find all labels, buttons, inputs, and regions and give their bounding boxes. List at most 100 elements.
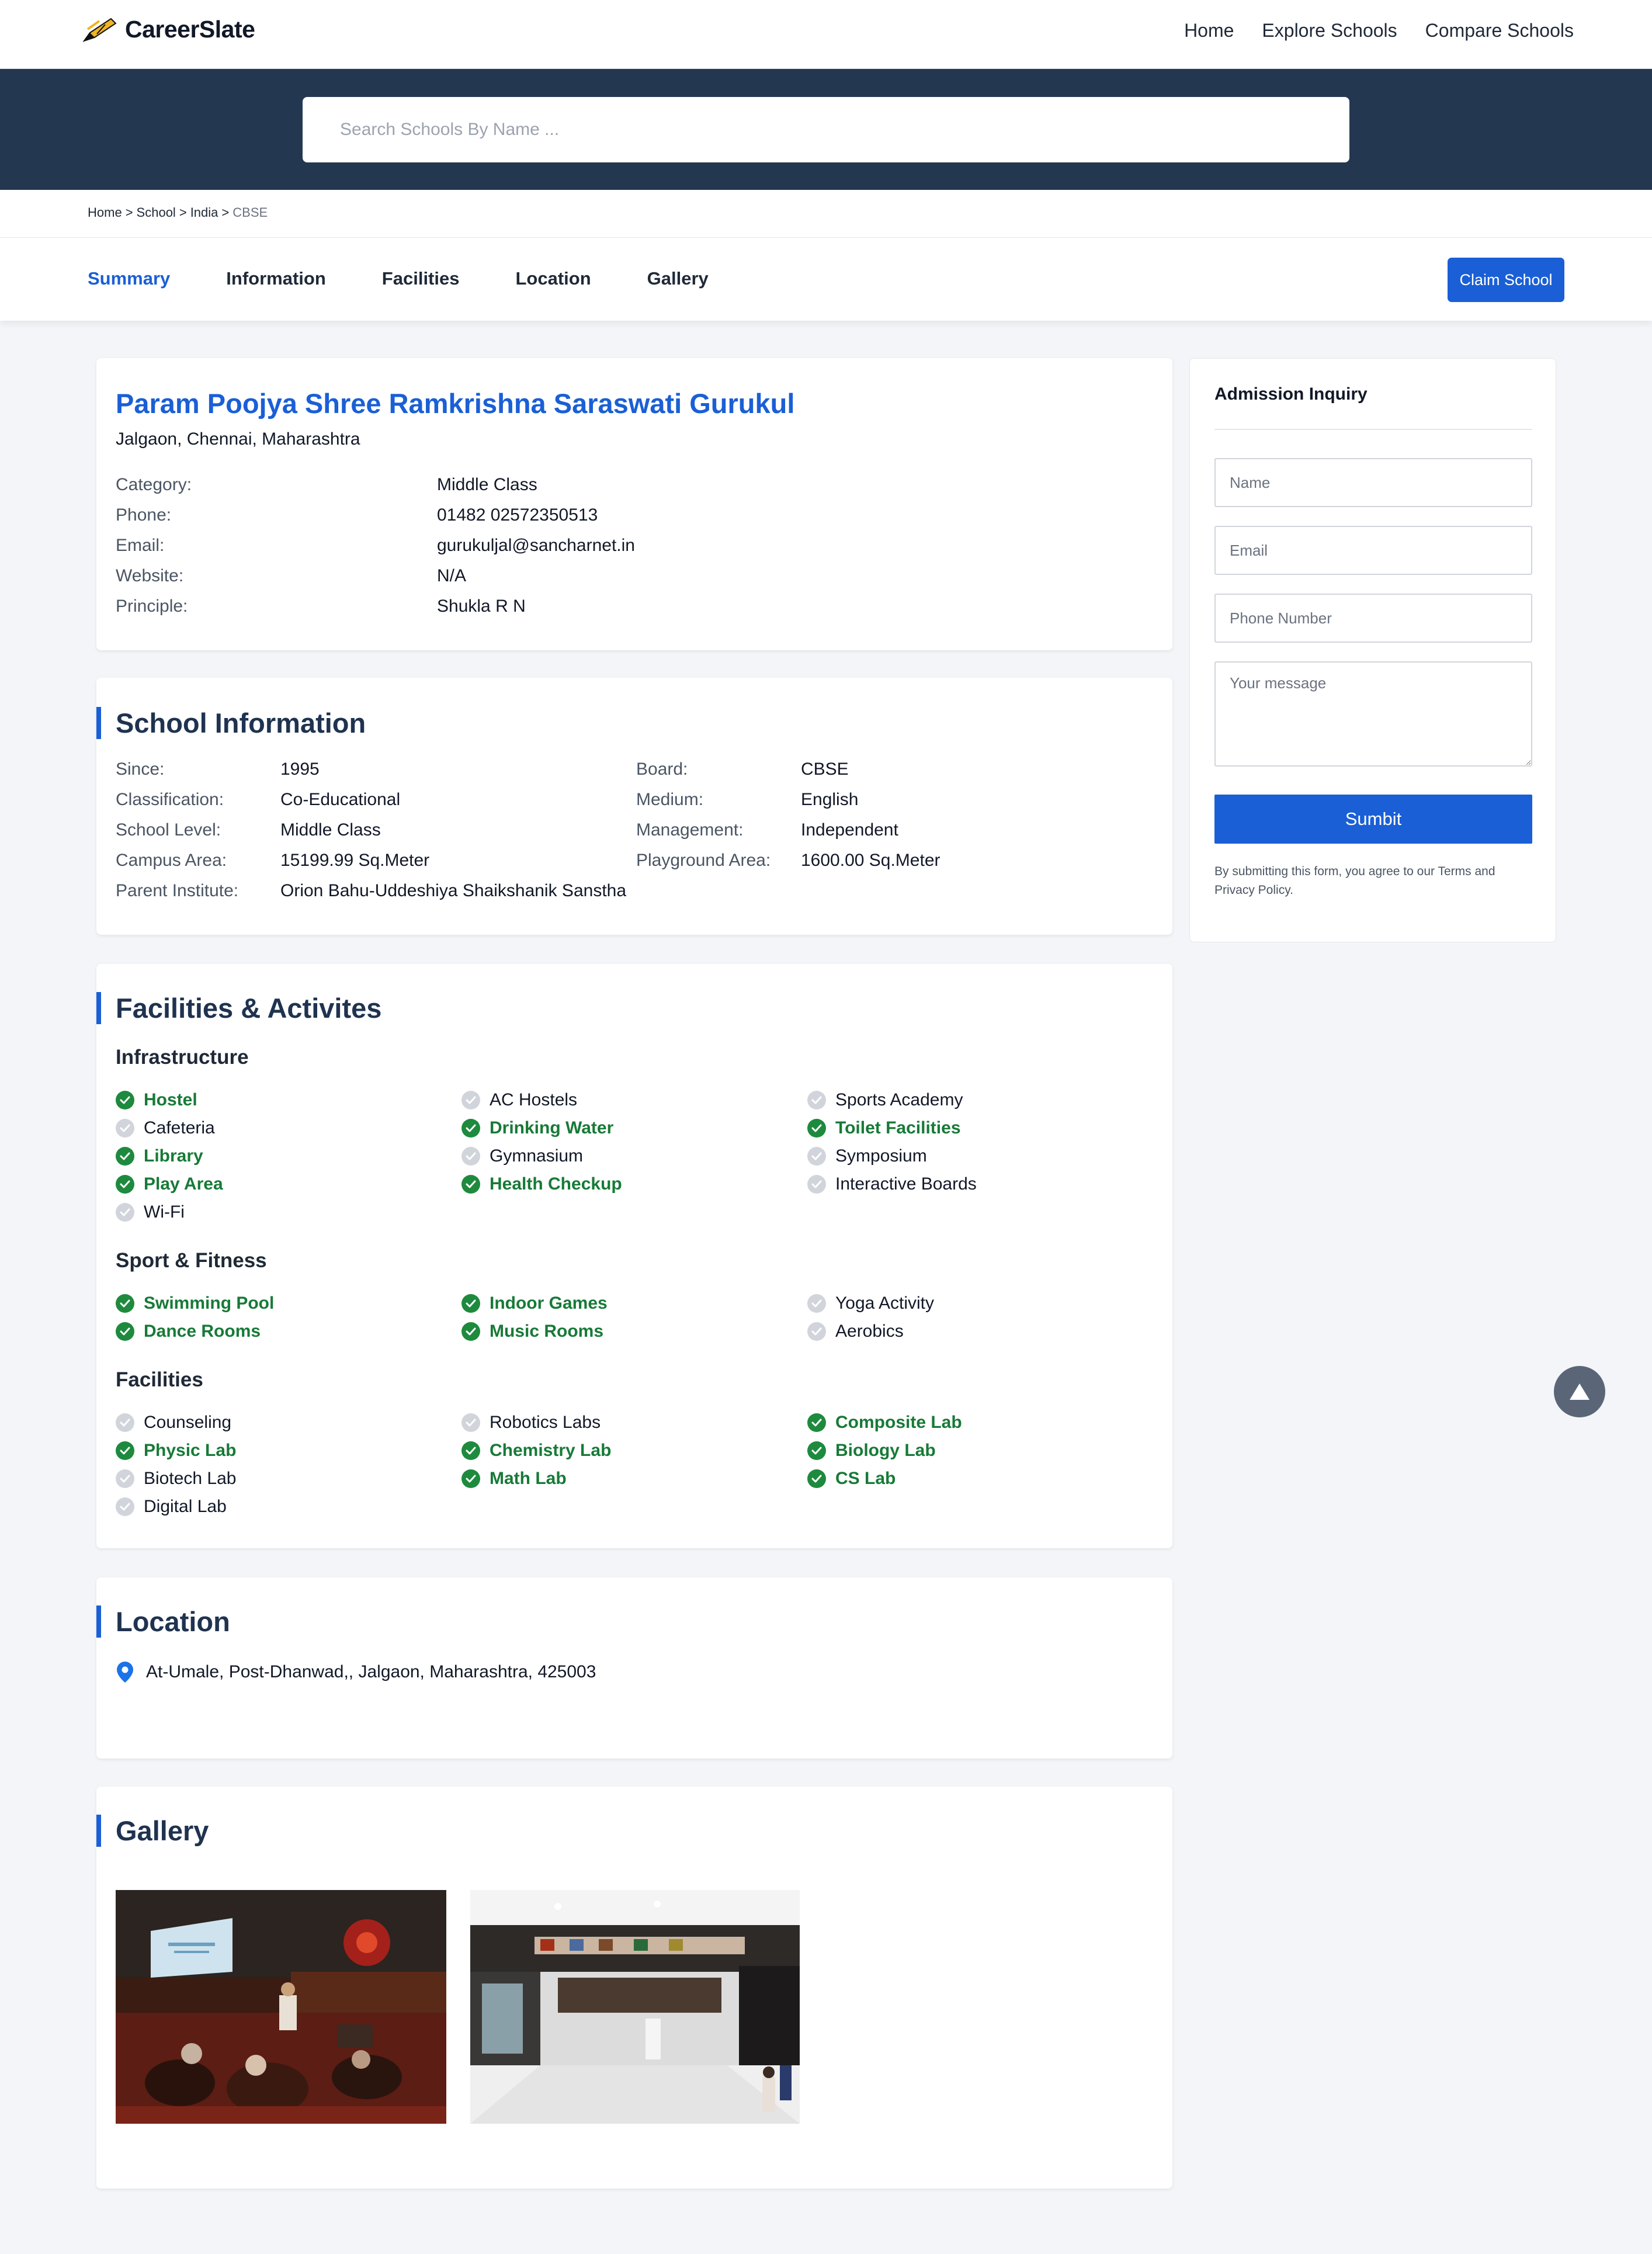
tab-facilities[interactable]: Facilities xyxy=(382,268,460,289)
facility-group-title: Sport & Fitness xyxy=(116,1249,267,1272)
claim-school-button[interactable]: Claim School xyxy=(1448,258,1564,302)
facility-item: Wi-Fi xyxy=(116,1202,185,1222)
check-circle-disabled-icon xyxy=(807,1175,826,1194)
logo[interactable]: CareerSlate xyxy=(82,15,255,43)
facility-item: Toilet Facilities xyxy=(807,1118,961,1138)
check-circle-disabled-icon xyxy=(116,1469,134,1488)
info-value: English xyxy=(801,790,859,809)
summary-label: Category: xyxy=(116,475,192,494)
nav-compare-schools[interactable]: Compare Schools xyxy=(1425,20,1574,41)
search-hero xyxy=(0,69,1652,190)
facility-label: Aerobics xyxy=(835,1322,904,1341)
facility-group-title: Facilities xyxy=(116,1368,203,1391)
facility-item: Library xyxy=(116,1146,203,1166)
breadcrumb-separator: > xyxy=(125,205,133,220)
top-header: CareerSlate Home Explore Schools Compare… xyxy=(0,0,1652,69)
check-circle-disabled-icon xyxy=(807,1147,826,1166)
facility-label: Math Lab xyxy=(490,1469,567,1488)
check-circle-icon xyxy=(116,1175,134,1194)
map-pin-icon xyxy=(117,1662,133,1683)
facility-label: CS Lab xyxy=(835,1469,896,1488)
facility-label: Drinking Water xyxy=(490,1118,614,1138)
facility-item: Gymnasium xyxy=(461,1146,583,1166)
inquiry-submit-button[interactable]: Sumbit xyxy=(1214,795,1532,844)
gallery-photo-auditorium[interactable] xyxy=(116,1890,446,2124)
summary-value: Shukla R N xyxy=(437,597,526,616)
check-circle-icon xyxy=(116,1147,134,1166)
facility-item: Chemistry Lab xyxy=(461,1441,611,1461)
inquiry-email-field[interactable] xyxy=(1214,526,1532,575)
inquiry-terms-note: By submitting this form, you agree to ou… xyxy=(1214,865,1495,897)
facility-item: Math Lab xyxy=(461,1469,567,1489)
check-circle-icon xyxy=(807,1119,826,1138)
inquiry-name-field[interactable] xyxy=(1214,458,1532,507)
logo-text: CareerSlate xyxy=(125,15,255,43)
facility-item: Dance Rooms xyxy=(116,1322,261,1341)
breadcrumb-india[interactable]: India xyxy=(190,205,218,220)
gallery-photo-hall[interactable] xyxy=(470,1890,800,2124)
check-circle-icon xyxy=(461,1294,480,1313)
facility-label: Physic Lab xyxy=(144,1441,237,1460)
facility-label: Indoor Games xyxy=(490,1294,608,1313)
search-input[interactable] xyxy=(303,97,1349,162)
check-circle-disabled-icon xyxy=(116,1413,134,1432)
info-value: 1995 xyxy=(280,760,320,779)
facility-item: Indoor Games xyxy=(461,1294,608,1313)
tab-information[interactable]: Information xyxy=(226,268,326,289)
facility-label: Toilet Facilities xyxy=(835,1118,961,1138)
check-circle-icon xyxy=(116,1441,134,1460)
facility-label: Yoga Activity xyxy=(835,1294,934,1313)
check-circle-icon xyxy=(461,1441,480,1460)
school-location: Jalgaon, Chennai, Maharashtra xyxy=(116,429,360,449)
check-circle-icon xyxy=(461,1322,480,1341)
facility-group-title: Infrastructure xyxy=(116,1046,249,1069)
facility-item: Composite Lab xyxy=(807,1413,962,1433)
facility-item: Robotics Labs xyxy=(461,1413,601,1433)
school-summary-card: Param Poojya Shree Ramkrishna Saraswati … xyxy=(96,358,1172,650)
breadcrumb-separator: > xyxy=(179,205,187,220)
school-name: Param Poojya Shree Ramkrishna Saraswati … xyxy=(116,388,795,419)
facility-item: Music Rooms xyxy=(461,1322,603,1341)
breadcrumb-home[interactable]: Home xyxy=(88,205,122,220)
breadcrumb: Home > School > India > CBSE xyxy=(88,205,268,220)
facility-item: Hostel xyxy=(116,1090,197,1110)
inquiry-message-field[interactable] xyxy=(1214,661,1532,767)
facility-label: Swimming Pool xyxy=(144,1294,275,1313)
facility-label: AC Hostels xyxy=(490,1090,578,1109)
facility-label: Cafeteria xyxy=(144,1118,215,1138)
facility-label: Chemistry Lab xyxy=(490,1441,612,1460)
info-value: 1600.00 Sq.Meter xyxy=(801,851,940,870)
nav-explore-schools[interactable]: Explore Schools xyxy=(1262,20,1397,41)
scroll-to-top-button[interactable] xyxy=(1554,1366,1605,1417)
info-label: Playground Area: xyxy=(636,851,771,870)
breadcrumb-bar: Home > School > India > CBSE xyxy=(0,190,1652,238)
facility-item: Interactive Boards xyxy=(807,1174,977,1194)
check-circle-icon xyxy=(461,1119,480,1138)
breadcrumb-current: CBSE xyxy=(232,205,268,220)
triangle-up-icon xyxy=(1570,1383,1589,1400)
facility-label: Counseling xyxy=(144,1413,232,1432)
tab-gallery[interactable]: Gallery xyxy=(647,268,709,289)
summary-value: 01482 02572350513 xyxy=(437,505,598,525)
tab-summary[interactable]: Summary xyxy=(88,268,170,289)
tab-location[interactable]: Location xyxy=(515,268,591,289)
nav-home[interactable]: Home xyxy=(1184,20,1234,41)
facility-item: Health Checkup xyxy=(461,1174,622,1194)
gallery-card: Gallery xyxy=(96,1787,1172,2189)
summary-value: gurukuljal@sancharnet.in xyxy=(437,536,635,555)
inquiry-phone-field[interactable] xyxy=(1214,594,1532,643)
section-title-location: Location xyxy=(96,1605,230,1638)
check-circle-disabled-icon xyxy=(807,1294,826,1313)
facility-item: Cafeteria xyxy=(116,1118,215,1138)
facility-label: Robotics Labs xyxy=(490,1413,601,1432)
info-label: Management: xyxy=(636,820,744,840)
facility-label: Hostel xyxy=(144,1090,197,1109)
info-label: Campus Area: xyxy=(116,851,227,870)
check-circle-icon xyxy=(807,1413,826,1432)
facility-label: Gymnasium xyxy=(490,1146,584,1166)
section-title-information: School Information xyxy=(96,707,366,739)
facility-item: Aerobics xyxy=(807,1322,904,1341)
info-label: Medium: xyxy=(636,790,704,809)
breadcrumb-school[interactable]: School xyxy=(137,205,176,220)
check-circle-icon xyxy=(807,1441,826,1460)
